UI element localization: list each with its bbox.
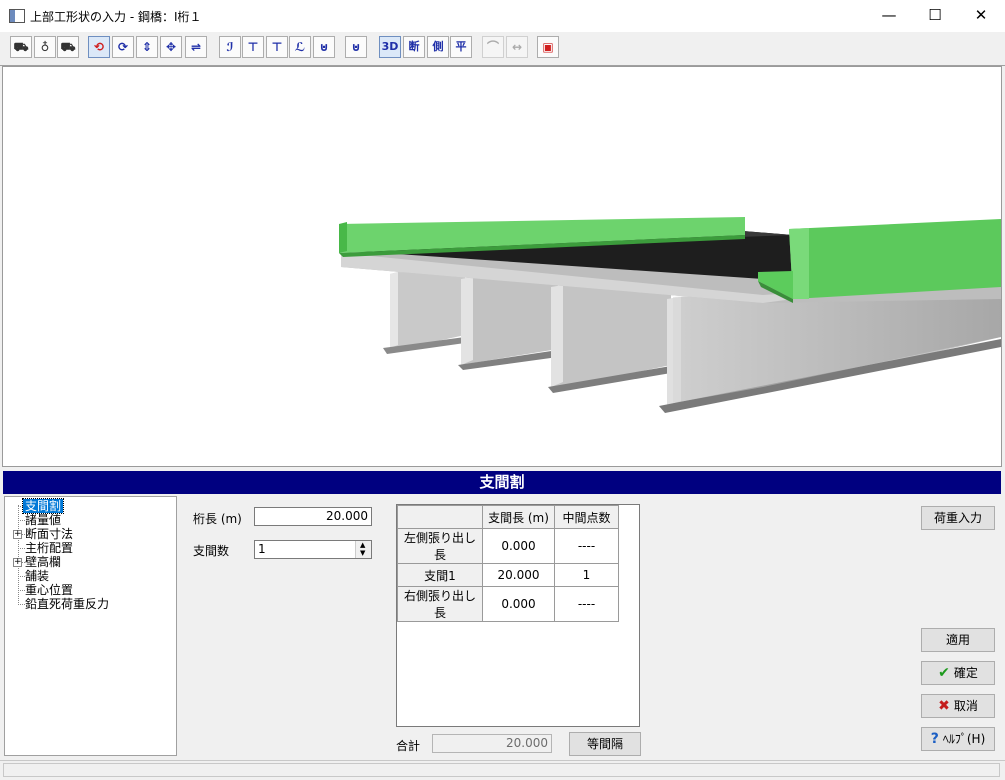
tree-branch [18,604,25,605]
expand-icon[interactable]: + [13,558,22,567]
rotate-vertical-icon[interactable]: ⇕ [136,36,158,58]
dimension-toggle-icon[interactable]: ⌒ [482,36,504,58]
close-icon[interactable]: ✕ [958,0,1004,31]
tree-branch [18,520,25,521]
tree-item[interactable]: 断面寸法 [25,527,73,541]
maximize-icon[interactable]: ☐ [912,0,958,31]
girder-shape-3-icon[interactable]: ⊤ [266,36,288,58]
apply-button[interactable]: 適用 [921,628,995,652]
panel-title: 支間割 [3,471,1001,494]
girder-2 [458,277,558,370]
pan-icon[interactable]: ✥ [160,36,182,58]
table-row: 右側張り出し長 0.000 ---- [397,586,619,622]
girder-1 [383,272,465,354]
status-pane [3,763,1000,777]
window-title: 上部工形状の入力 - 鋼橋：I桁１ [30,10,202,24]
help-button[interactable]: ? ﾍﾙﾌﾟ(H) [921,727,995,751]
span-table: 支間長 (m) 中間点数 左側張り出し長 0.000 ---- 支間1 20.0… [397,505,619,622]
mid-points-cell[interactable]: ---- [554,586,619,622]
equal-spacing-button[interactable]: 等間隔 [569,732,641,756]
tree-item[interactable]: 鉛直死荷重反力 [25,597,109,611]
expand-icon[interactable]: + [13,530,22,539]
span-grid[interactable]: 支間長 (m) 中間点数 左側張り出し長 0.000 ---- 支間1 20.0… [396,504,640,727]
rotate-horizontal-icon[interactable]: ⟳ [112,36,134,58]
view-side-button[interactable]: 側 [427,36,449,58]
bridge-3d-model [339,217,1001,413]
title-bar: 上部工形状の入力 - 鋼橋：I桁１ — ☐ ✕ [0,0,1005,33]
3d-viewport[interactable] [2,66,1002,467]
tree-branch [18,576,25,577]
tree-branch [18,590,25,591]
tree-item[interactable]: 舗装 [25,569,49,583]
export-image-icon[interactable]: ▣ [537,36,559,58]
tree-item[interactable]: 重心位置 [25,583,73,597]
row-header: 右側張り出し長 [397,586,483,622]
dimension-scale-icon[interactable]: ↔ [506,36,528,58]
bridge-view-3-icon[interactable]: ⛟ [57,36,79,58]
view-section-button[interactable]: 断 [403,36,425,58]
help-label: ﾍﾙﾌﾟ(H) [942,732,986,746]
cross-section-icon[interactable]: ⊍ [345,36,367,58]
tree-item[interactable]: 支間割 [21,498,65,514]
girder-shape-5-icon[interactable]: ⊍ [313,36,335,58]
span-length-cell[interactable]: 20.000 [482,563,555,587]
question-icon: ? [930,731,939,747]
load-input-button[interactable]: 荷重入力 [921,506,995,530]
checkmark-icon: ✔ [938,665,950,681]
cancel-label: 取消 [953,699,978,713]
ok-button[interactable]: ✔ 確定 [921,661,995,685]
total-field: 20.000 [432,734,552,753]
tree-item[interactable]: 諸量値 [25,513,61,527]
row-header: 支間1 [397,563,483,587]
spin-up-icon[interactable]: ▲ [360,542,365,549]
girder-length-field[interactable]: 20.000 [254,507,372,526]
girder-shape-2-icon[interactable]: ⊤ [242,36,264,58]
span-count-value: 1 [258,542,266,556]
spin-buttons[interactable]: ▲ ▼ [355,541,371,558]
span-length-cell[interactable]: 0.000 [482,586,555,622]
table-row: 支間1 20.000 1 [397,563,619,587]
zoom-icon[interactable]: ⇌ [185,36,207,58]
row-header: 左側張り出し長 [397,528,483,564]
toolbar: ⛟ ♁ ⛟ ⟲ ⟳ ⇕ ✥ ⇌ ℐ ⊤ ⊤ ℒ ⊍ ⊍ 3D 断側平 ⌒ ↔ ▣ [0,32,1005,66]
settings-tree: 支間割 諸量値 + 断面寸法 主桁配置 + 壁高欄 舗装 重心位置 鉛直死荷重反力 [4,496,177,756]
span-count-label: 支間数 [193,544,230,558]
span-length-cell[interactable]: 0.000 [482,528,555,564]
view-3d-button[interactable]: 3D [379,36,401,58]
cancel-button[interactable]: ✖ 取消 [921,694,995,718]
tree-branch [18,548,25,549]
spin-down-icon[interactable]: ▼ [360,550,365,557]
table-row: 左側張り出し長 0.000 ---- [397,528,619,564]
table-header-length: 支間長 (m) [482,505,555,529]
rotate-free-icon[interactable]: ⟲ [88,36,110,58]
app-icon [9,9,25,23]
tree-item[interactable]: 壁高欄 [25,555,61,569]
table-header-row: 支間長 (m) 中間点数 [397,505,619,529]
girder-3 [548,285,671,393]
girder-length-label: 桁長 (m) [193,512,242,526]
mid-points-cell[interactable]: 1 [554,563,619,587]
table-header-corner [397,505,483,529]
status-bar [0,760,1005,780]
girder-shape-4-icon[interactable]: ℒ [289,36,311,58]
mid-points-cell[interactable]: ---- [554,528,619,564]
view-plan-button[interactable]: 平 [450,36,472,58]
girder-shape-1-icon[interactable]: ℐ [219,36,241,58]
total-label: 合計 [396,739,421,753]
bridge-view-2-icon[interactable]: ♁ [34,36,56,58]
cross-icon: ✖ [938,698,950,714]
bridge-view-1-icon[interactable]: ⛟ [10,36,32,58]
table-header-points: 中間点数 [554,505,619,529]
span-count-stepper[interactable]: 1 ▲ ▼ [254,540,372,559]
minimize-icon[interactable]: — [866,0,912,31]
tree-item[interactable]: 主桁配置 [25,541,73,555]
ok-label: 確定 [953,666,978,680]
